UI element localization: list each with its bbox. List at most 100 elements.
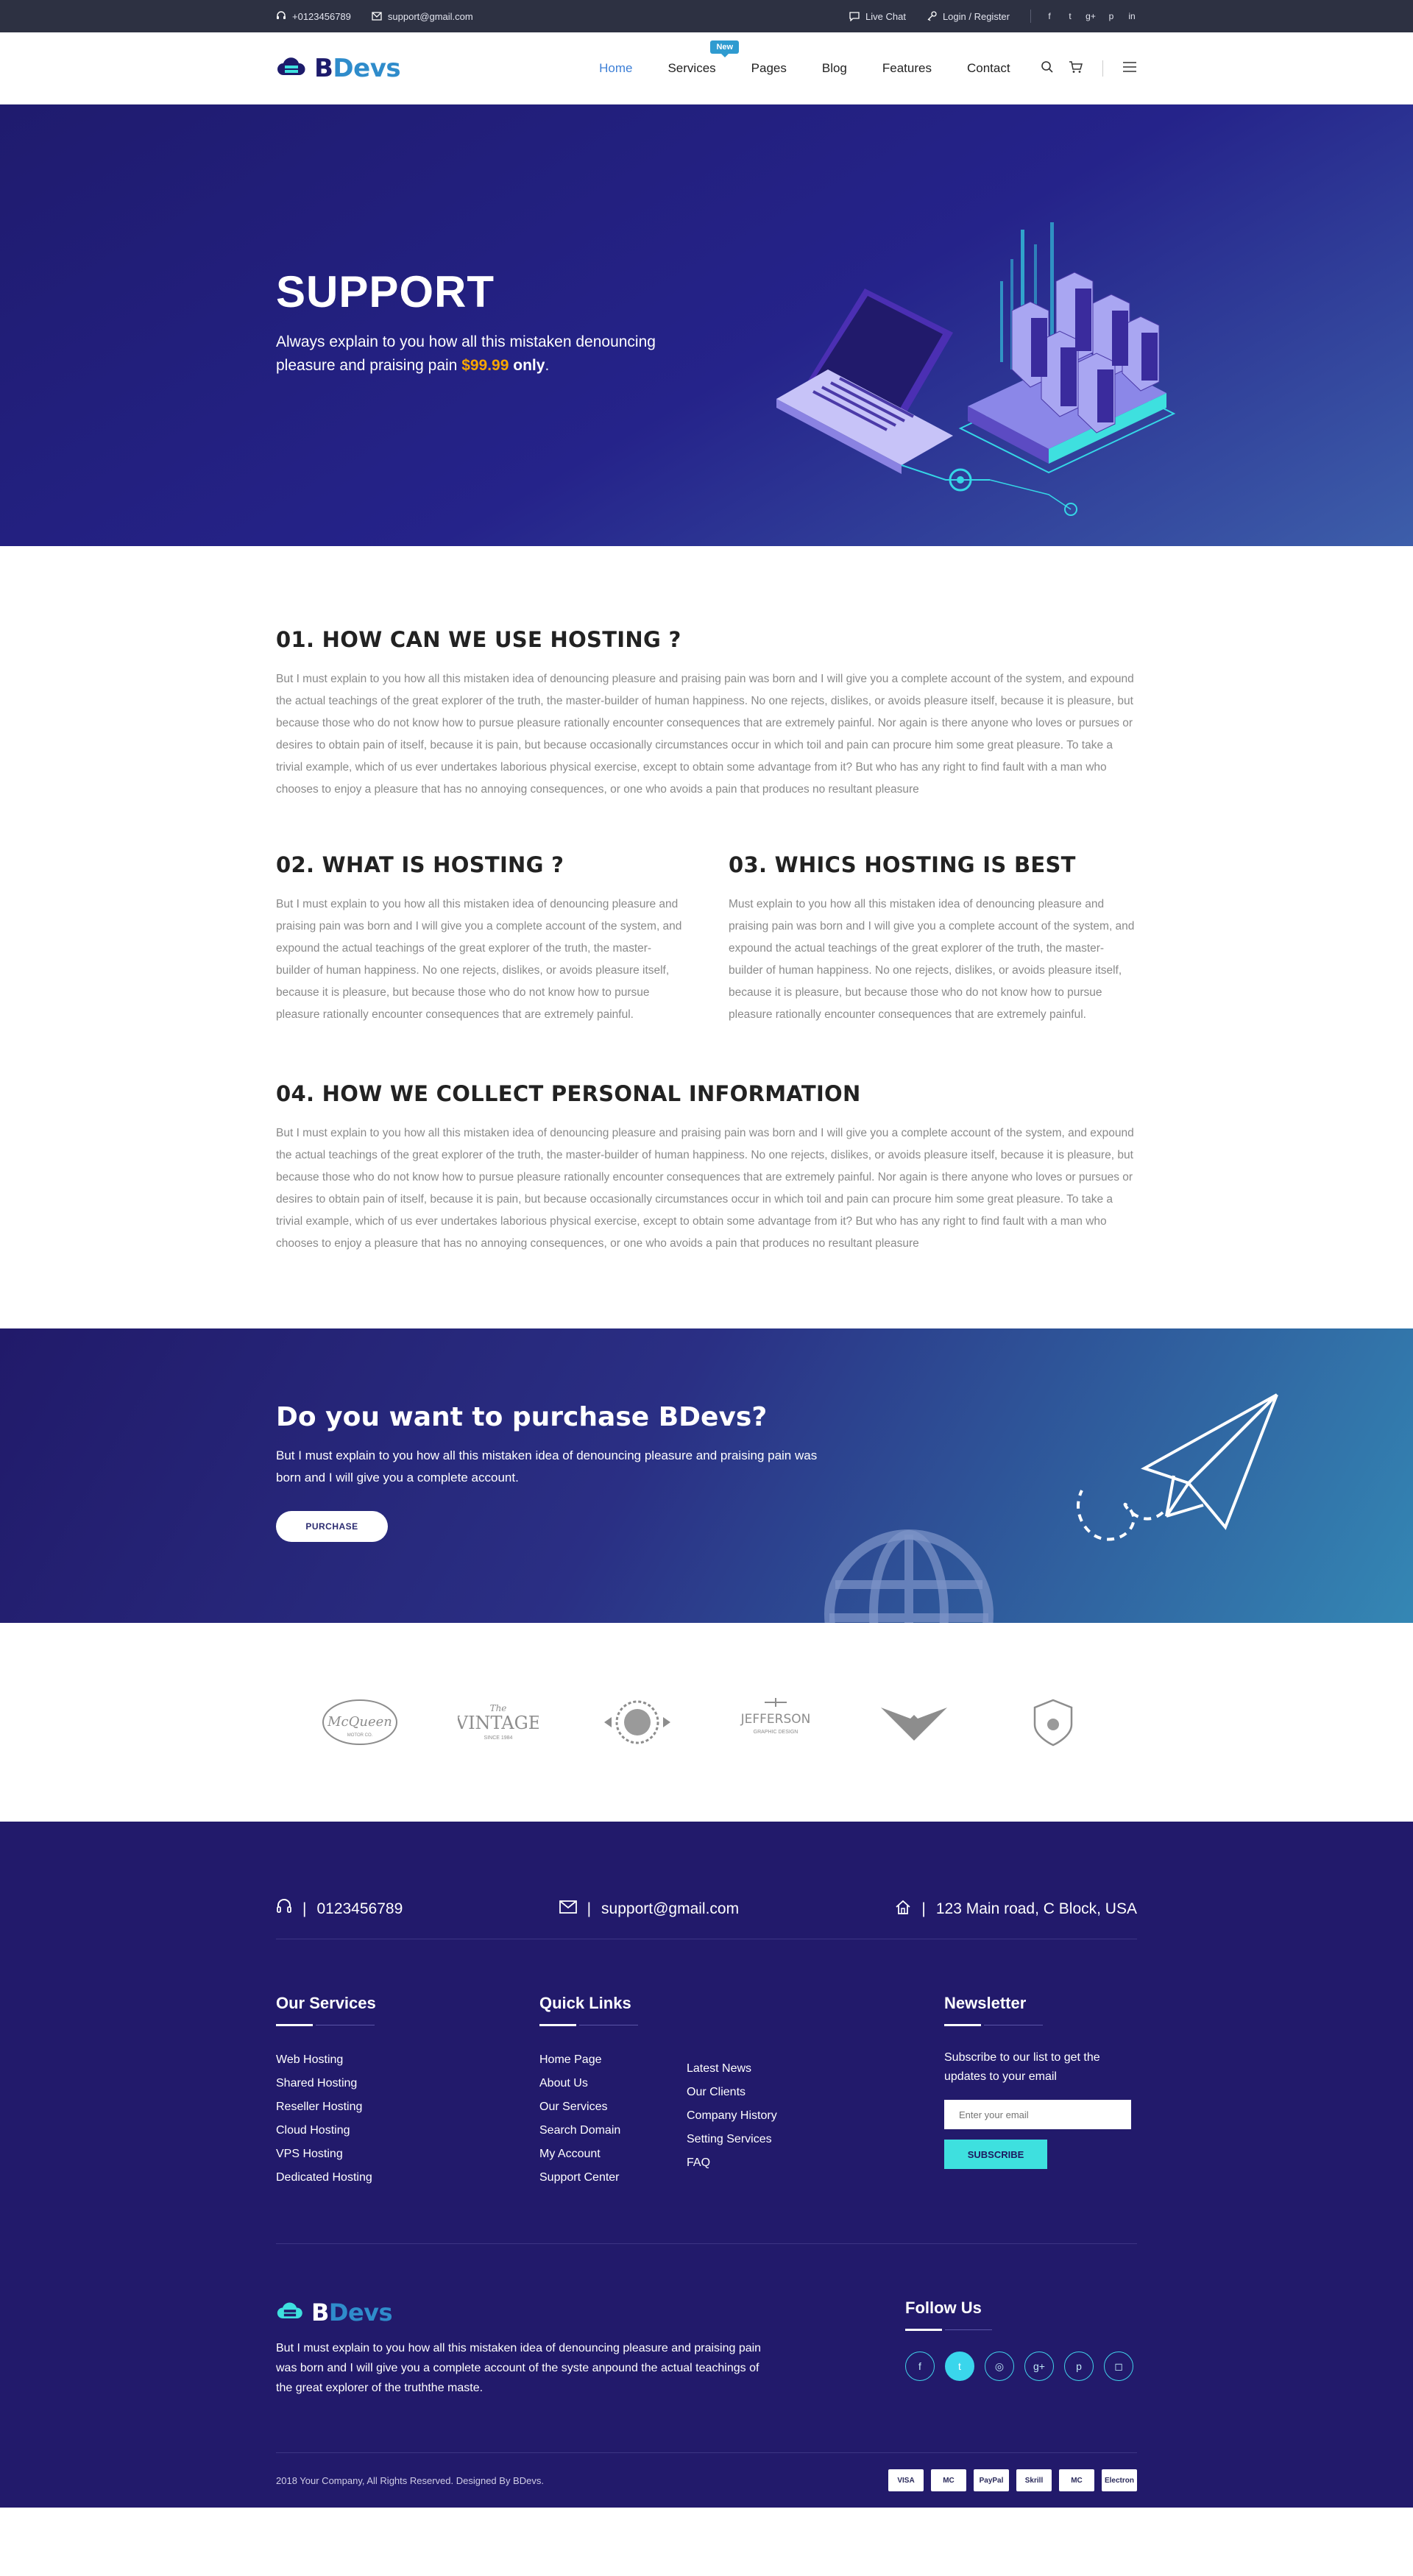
key-icon — [927, 11, 937, 21]
footer-link[interactable]: Our Services — [539, 2095, 687, 2119]
svg-text:The: The — [490, 1703, 507, 1713]
payment-methods: VISA MC PayPal Skrill MC Electron — [888, 2469, 1137, 2491]
footer-link[interactable]: Dedicated Hosting — [276, 2166, 539, 2190]
footer-link[interactable]: Latest News — [687, 2057, 944, 2081]
footer-about: BDevs But I must explain to you how all … — [276, 2299, 905, 2452]
top-bar: +0123456789 support@gmail.com Live Chat — [0, 0, 1413, 32]
footer-address: | 123 Main road, C Block, USA — [895, 1879, 1137, 1939]
visa-icon: VISA — [888, 2469, 924, 2491]
nav-home[interactable]: Home — [599, 61, 632, 76]
paper-plane-icon — [1077, 1393, 1278, 1541]
nav-blog[interactable]: Blog — [822, 61, 847, 76]
hero-banner: SUPPORT Always explain to you how all th… — [0, 105, 1413, 546]
footer-link[interactable]: FAQ — [687, 2151, 944, 2175]
hero-subtitle: Always explain to you how all this mista… — [276, 333, 656, 374]
topbar-email[interactable]: support@gmail.com — [372, 11, 473, 22]
footer-link[interactable]: Reseller Hosting — [276, 2095, 539, 2119]
google-plus-icon[interactable]: g+ — [1086, 11, 1096, 21]
nav-services[interactable]: Services New — [667, 40, 740, 76]
home-icon — [895, 1899, 911, 1919]
footer-link[interactable]: My Account — [539, 2142, 687, 2166]
login-register-link[interactable]: Login / Register — [927, 11, 1010, 22]
footer-services: Our Services Web Hosting Shared Hosting … — [276, 1994, 539, 2243]
footer: | 0123456789 | support@gmail.com | 123 M… — [0, 1822, 1413, 2508]
subscribe-button[interactable]: SUBSCRIBE — [944, 2140, 1047, 2169]
footer-link[interactable]: Shared Hosting — [276, 2072, 539, 2095]
purchase-button[interactable]: PURCHASE — [276, 1511, 388, 1542]
paypal-icon: PayPal — [974, 2469, 1009, 2491]
live-chat-link[interactable]: Live Chat — [849, 11, 906, 22]
twitter-icon[interactable]: t — [945, 2352, 974, 2381]
section-best-hosting: 03. WHICS HOSTING IS BEST Must explain t… — [729, 852, 1137, 1026]
logo-text: BDevs — [314, 54, 401, 83]
visa-electron-icon: Electron — [1102, 2469, 1137, 2491]
logo[interactable]: BDevs — [276, 54, 401, 83]
main-header: BDevs Home Services New Pages Blog Featur… — [0, 32, 1413, 105]
new-badge: New — [710, 40, 740, 57]
pinterest-icon[interactable]: p — [1064, 2352, 1094, 2381]
footer-link[interactable]: Home Page — [539, 2048, 687, 2072]
mastercard-icon: MC — [931, 2469, 966, 2491]
brand-logo-shield[interactable] — [1005, 1689, 1101, 1755]
footer-link[interactable]: Setting Services — [687, 2128, 944, 2151]
nav-pages[interactable]: Pages — [751, 61, 787, 76]
twitter-icon[interactable]: t — [1065, 11, 1075, 21]
nav-contact[interactable]: Contact — [967, 61, 1010, 76]
headset-icon — [276, 11, 286, 21]
menu-icon[interactable] — [1122, 61, 1137, 76]
topbar-phone[interactable]: +0123456789 — [276, 11, 351, 22]
newsletter-title: Newsletter — [944, 1994, 1137, 2026]
footer-link[interactable]: Web Hosting — [276, 2048, 539, 2072]
footer-quick-links-2: Latest News Our Clients Company History … — [687, 1994, 944, 2243]
facebook-icon[interactable]: f — [905, 2352, 935, 2381]
mail-icon — [559, 1900, 577, 1918]
footer-quick-title: Quick Links — [539, 1994, 687, 2026]
instagram-icon[interactable]: in — [1127, 11, 1137, 21]
brand-logo-badge[interactable] — [589, 1689, 685, 1755]
footer-address-text: 123 Main road, C Block, USA — [935, 1900, 1137, 1917]
footer-email[interactable]: | support@gmail.com — [559, 1879, 739, 1939]
cart-icon[interactable] — [1069, 60, 1083, 77]
google-plus-icon[interactable]: g+ — [1024, 2352, 1054, 2381]
footer-logo[interactable]: BDevs — [276, 2299, 905, 2326]
search-icon[interactable] — [1041, 60, 1054, 77]
facebook-icon[interactable]: f — [1044, 11, 1055, 21]
content-area: 01. HOW CAN WE USE HOSTING ? But I must … — [0, 546, 1413, 1255]
purchase-cta: Do you want to purchase BDevs? But I mus… — [0, 1328, 1413, 1623]
copyright: 2018 Your Company, All Rights Reserved. … — [276, 2474, 544, 2486]
footer-link[interactable]: About Us — [539, 2072, 687, 2095]
brand-logo-jefferson[interactable]: JEFFERSON GRAPHIC DESIGN — [728, 1689, 824, 1755]
footer-link[interactable]: Our Clients — [687, 2081, 944, 2104]
cta-text: But I must explain to you how all this m… — [276, 1448, 818, 1485]
section-what-is-hosting: 02. WHAT IS HOSTING ? But I must explain… — [276, 852, 684, 1026]
footer-link[interactable]: Company History — [687, 2104, 944, 2128]
dribbble-icon[interactable]: ◎ — [985, 2352, 1014, 2381]
nav-features[interactable]: Features — [882, 61, 932, 76]
pinterest-icon[interactable]: p — [1106, 11, 1116, 21]
separator: | — [302, 1900, 307, 1917]
brand-logos: McQueen MOTOR CO. The VINTAGE SINCE 1984 JE… — [0, 1623, 1413, 1822]
separator: | — [921, 1900, 926, 1917]
mail-icon — [372, 11, 382, 21]
globe-icon — [824, 1529, 994, 1623]
instagram-icon[interactable]: ◻ — [1104, 2352, 1133, 2381]
footer-phone[interactable]: | 0123456789 — [276, 1879, 403, 1939]
topbar-email-text: support@gmail.com — [387, 10, 473, 22]
footer-link[interactable]: VPS Hosting — [276, 2142, 539, 2166]
footer-follow: Follow Us f t ◎ g+ p ◻ — [905, 2299, 1133, 2452]
topbar-phone-text: +0123456789 — [292, 10, 351, 22]
newsletter-email-input[interactable] — [944, 2100, 1131, 2129]
newsletter-text: Subscribe to our list to get the updates… — [944, 2051, 1100, 2083]
section-text: But I must explain to you how all this m… — [276, 898, 682, 1021]
brand-logo-vintage[interactable]: The VINTAGE SINCE 1984 — [450, 1689, 546, 1755]
footer-link[interactable]: Support Center — [539, 2166, 687, 2190]
footer-link[interactable]: Cloud Hosting — [276, 2119, 539, 2142]
brand-logo-mcqueen[interactable]: McQueen MOTOR CO. — [312, 1689, 408, 1755]
brand-vintage-sub: SINCE 1984 — [484, 1735, 513, 1741]
section-text: But I must explain to you how all this m… — [276, 673, 1134, 796]
section-title: 02. WHAT IS HOSTING ? — [276, 852, 564, 877]
footer-link[interactable]: Search Domain — [539, 2119, 687, 2142]
follow-title: Follow Us — [905, 2299, 1133, 2331]
brand-logo-eagle[interactable] — [866, 1689, 962, 1755]
topbar-socials: f t g+ p in — [1030, 10, 1137, 23]
